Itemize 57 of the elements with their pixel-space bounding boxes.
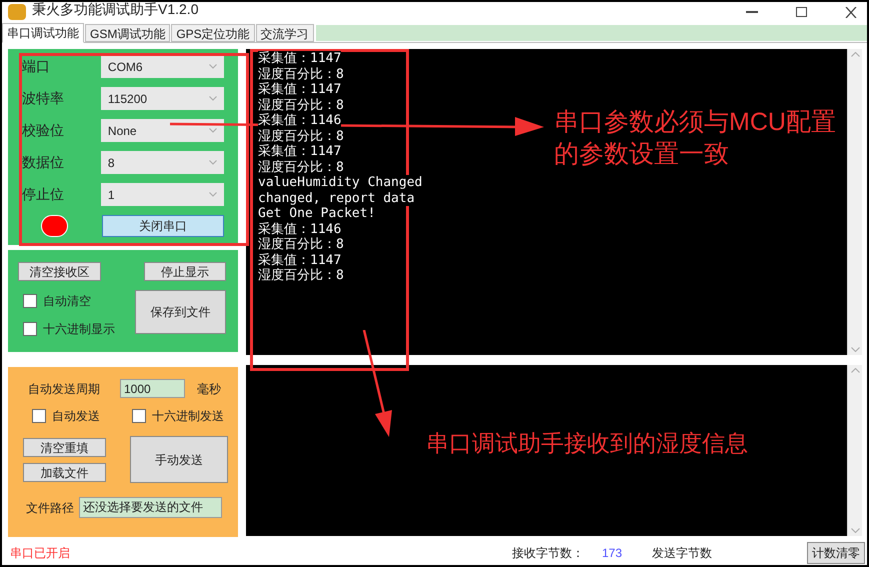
clear-receive-button[interactable]: 清空接收区 (18, 262, 101, 281)
file-path-field[interactable]: 还没选择要发送的文件 (79, 497, 222, 518)
checkbox[interactable] (23, 294, 37, 308)
file-path-label: 文件路径 (26, 500, 74, 516)
received-bytes-count: 173 (602, 545, 622, 562)
dropdown[interactable]: COM6 (100, 55, 224, 78)
period-field[interactable]: 1000 (120, 379, 185, 398)
field-label: 波特率 (22, 89, 65, 108)
save-to-file-button[interactable]: 保存到文件 (135, 290, 226, 334)
checkbox[interactable] (32, 409, 46, 423)
close-icon[interactable] (845, 6, 857, 18)
checkbox[interactable] (23, 322, 37, 336)
annotation-text: 串口调试助手接收到的湿度信息 (426, 429, 748, 458)
period-label: 自动发送周期 (28, 380, 101, 398)
received-bytes-label: 接收字节数： (512, 545, 584, 562)
dropdown-value: None (108, 122, 137, 140)
manual-send-button[interactable]: 手动发送 (130, 436, 228, 483)
checkbox-label: 十六进制发送 (152, 408, 224, 425)
dropdown-value: 1 (108, 186, 115, 204)
minimize-icon[interactable] (746, 10, 758, 14)
dropdown-caret-icon (209, 128, 217, 133)
tab[interactable]: 串口调试功能 (2, 23, 84, 43)
window-title: 秉火多功能调试助手V1.2.0 (32, 2, 198, 16)
annotation-text: 串口参数必须与MCU配置的参数设置一致 (554, 107, 837, 170)
dropdown[interactable]: 1 (100, 183, 224, 206)
clear-refill-button[interactable]: 清空重填 (23, 438, 106, 457)
checkbox-label: 十六进制显示 (43, 321, 115, 338)
dropdown-caret-icon (209, 96, 217, 101)
dropdown-caret-icon (209, 160, 217, 165)
dropdown[interactable]: 8 (100, 151, 224, 174)
tab[interactable]: GPS定位功能 (171, 24, 255, 42)
send-area[interactable] (246, 365, 847, 536)
field-label: 数据位 (22, 153, 65, 172)
dropdown-caret-icon (209, 64, 217, 69)
checkbox-label: 自动发送 (52, 408, 100, 425)
app-logo-icon (8, 4, 26, 20)
period-unit: 毫秒 (197, 380, 221, 398)
field-label: 停止位 (22, 185, 65, 204)
checkbox-label: 自动清空 (43, 293, 91, 310)
status-text: 串口已开启 (10, 545, 71, 562)
tab[interactable]: 交流学习 (256, 24, 314, 42)
sent-bytes-label: 发送字节数 (652, 545, 712, 562)
stop-display-button[interactable]: 停止显示 (144, 262, 226, 281)
maximize-icon[interactable] (796, 7, 807, 17)
dropdown[interactable]: 115200 (100, 87, 224, 110)
tab[interactable]: GSM调试功能 (85, 24, 170, 42)
close-port-button[interactable]: 关闭串口 (102, 215, 224, 237)
dropdown-value: 115200 (108, 90, 148, 108)
load-file-button[interactable]: 加载文件 (23, 463, 106, 482)
dropdown[interactable]: None (100, 119, 224, 142)
dropdown-caret-icon (209, 192, 217, 197)
reset-count-button[interactable]: 计数清零 (807, 542, 865, 564)
dropdown-value: COM6 (108, 58, 143, 76)
dropdown-value: 8 (108, 154, 115, 172)
field-label: 端口 (22, 57, 51, 76)
checkbox[interactable] (132, 409, 146, 423)
field-label: 校验位 (22, 121, 65, 140)
